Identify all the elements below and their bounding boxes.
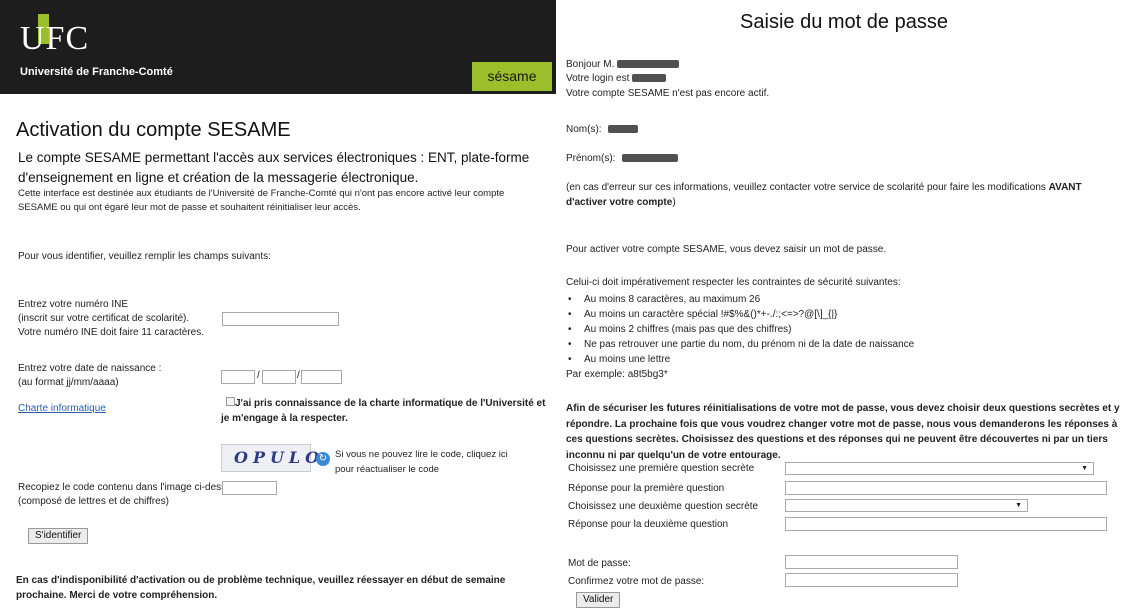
secret-questions-info: Afin de sécuriser les futures réinitiali… [566, 403, 1120, 461]
redacted-login [632, 74, 667, 82]
date-separator: / [257, 370, 260, 381]
inactive-notice: Votre compte SESAME n'est pas encore act… [566, 88, 770, 99]
refresh-captcha-icon[interactable]: ↻ [316, 452, 330, 466]
page-title: Activation du compte SESAME [16, 119, 291, 141]
answer2-label: Réponse pour la deuxième question [568, 519, 729, 530]
page-description: Cette interface est destinée aux étudian… [18, 188, 505, 213]
validate-button[interactable]: Valider [576, 592, 621, 608]
login-label: Votre login est [566, 73, 630, 84]
greeting-label: Bonjour M. [566, 59, 615, 70]
dropdown-arrow-icon: ▼ [1015, 502, 1022, 509]
code-label: Recopiez le code contenu dans l'image ci… [18, 481, 242, 509]
constraints-list: Au moins 8 caractères, au maximum 26 Au … [566, 292, 914, 367]
page-subtitle: Le compte SESAME permettant l'accès aux … [18, 150, 530, 185]
birth-month-input[interactable] [262, 370, 296, 384]
dropdown-arrow-icon: ▼ [1081, 465, 1088, 472]
identify-prompt: Pour vous identifier, veuillez remplir l… [18, 251, 271, 262]
ufc-logo: UFC [20, 14, 130, 66]
question1-select[interactable]: ▼ [785, 462, 1094, 475]
constraints-intro: Celui-ci doit impérativement respecter l… [566, 277, 901, 288]
password-label: Mot de passe: [568, 558, 631, 569]
charte-link[interactable]: Charte informatique [18, 403, 106, 414]
birth-year-input[interactable] [301, 370, 342, 384]
answer2-input[interactable] [785, 517, 1107, 531]
charte-acceptance-label: J'ai pris connaissance de la charte info… [221, 398, 546, 424]
charte-acceptance-text: J'ai pris connaissance de la charte info… [221, 396, 551, 426]
code-label-line: Recopiez le code contenu dans l'image ci… [18, 482, 243, 493]
password-page-title: Saisie du mot de passe [740, 11, 948, 33]
question2-label: Choisissez une deuxième question secrète [568, 501, 759, 512]
university-name: Université de Franche-Comté [20, 66, 173, 78]
ine-label-line: Entrez votre numéro INE [18, 299, 129, 310]
prenom-label: Prénom(s): [566, 153, 616, 164]
error-note: (en cas d'erreur sur ces informations, v… [566, 180, 1124, 210]
activate-info: Pour activer votre compte SESAME, vous d… [566, 244, 887, 255]
captcha-image: OPULO [221, 444, 319, 472]
password-confirm-input[interactable] [785, 573, 958, 587]
captcha-help[interactable]: Si vous ne pouvez lire le code, cliquez … [335, 447, 525, 477]
constraint-item: Au moins 8 caractères, au maximum 26 [566, 292, 914, 307]
password-panel: Saisie du mot de passe Bonjour M. Votre … [556, 0, 1132, 608]
constraint-item: Au moins une lettre [566, 352, 914, 367]
sesame-badge: sésame [472, 62, 552, 91]
question1-label: Choisissez une première question secrète [568, 463, 755, 474]
answer1-label: Réponse pour la première question [568, 483, 725, 494]
nom-label: Nom(s): [566, 124, 602, 135]
redacted-nom [608, 125, 639, 133]
date-separator: / [297, 370, 300, 381]
redacted-name [617, 60, 680, 68]
footer-notice: En cas d'indisponibilité d'activation ou… [16, 575, 506, 601]
password-example: Par exemple: a8t5bg3* [566, 369, 668, 380]
prenom-line: Prénom(s): [566, 152, 679, 166]
captcha-input[interactable] [222, 481, 277, 495]
birth-day-input[interactable] [221, 370, 255, 384]
header-banner: UFC Université de Franche-Comté sésame [0, 0, 556, 94]
ine-label-line: (inscrit sur votre certificat de scolari… [18, 313, 190, 324]
error-note-text: (en cas d'erreur sur ces informations, v… [566, 182, 1049, 193]
password-confirm-label: Confirmez votre mot de passe: [568, 576, 705, 587]
ine-label-line: Votre numéro INE doit faire 11 caractère… [18, 327, 205, 338]
greeting: Bonjour M. [566, 58, 680, 72]
error-note-close: ) [672, 197, 676, 208]
ine-input[interactable] [222, 312, 339, 326]
birthdate-label-line: (au format jj/mm/aaaa) [18, 377, 119, 388]
nom-line: Nom(s): [566, 123, 639, 137]
constraint-item: Au moins 2 chiffres (mais pas que des ch… [566, 322, 914, 337]
login-line: Votre login est [566, 72, 667, 86]
constraint-item: Au moins un caractère spécial !#$%&()*+-… [566, 307, 914, 322]
identify-button[interactable]: S'identifier [28, 528, 89, 544]
birthdate-label-line: Entrez votre date de naissance : [18, 363, 162, 374]
activation-panel: UFC Université de Franche-Comté sésame A… [0, 0, 556, 608]
logo-text: UFC [20, 20, 90, 57]
constraint-item: Ne pas retrouver une partie du nom, du p… [566, 337, 914, 352]
code-label-line: (composé de lettres et de chiffres) [18, 496, 169, 507]
redacted-prenom [622, 154, 679, 162]
question2-select[interactable]: ▼ [785, 499, 1028, 512]
captcha-code: OPULO [234, 448, 325, 467]
answer1-input[interactable] [785, 481, 1107, 495]
password-input[interactable] [785, 555, 958, 569]
birthdate-label: Entrez votre date de naissance : (au for… [18, 362, 161, 390]
ine-label: Entrez votre numéro INE (inscrit sur vot… [18, 298, 204, 340]
